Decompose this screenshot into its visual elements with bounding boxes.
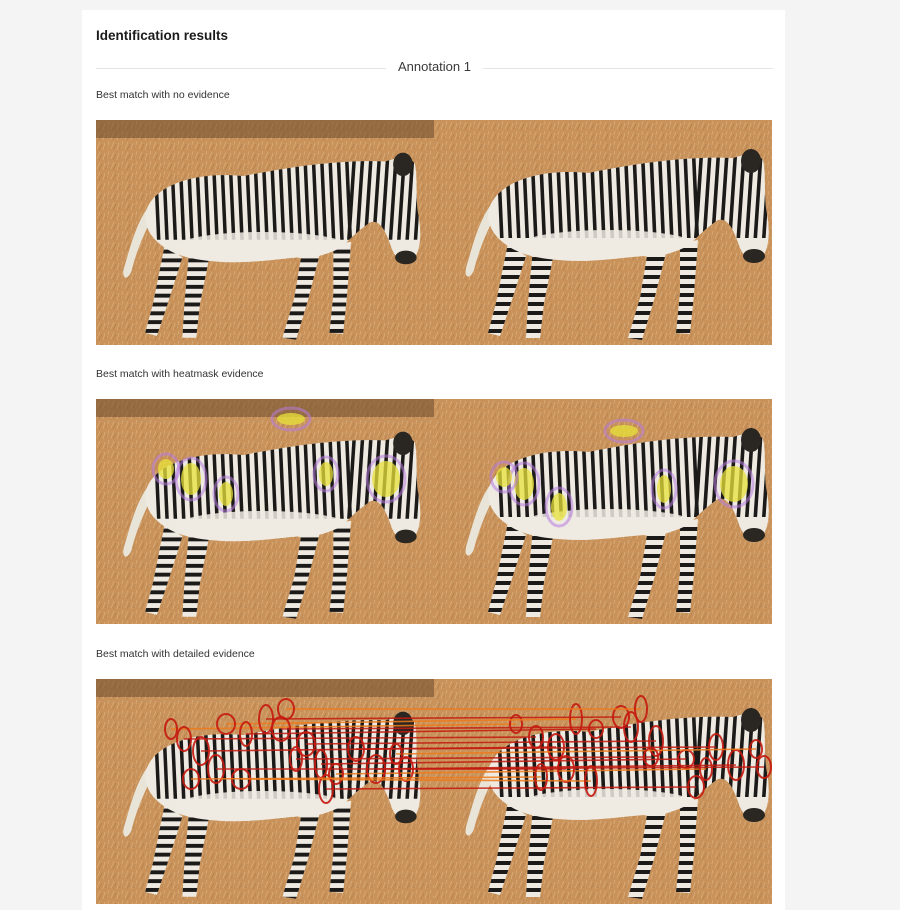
match-image — [434, 120, 772, 345]
query-image-heatmask — [96, 399, 434, 624]
divider-line-right — [483, 68, 773, 69]
match-pair-heatmask-evidence — [96, 399, 772, 624]
match-image-heatmask — [434, 399, 772, 624]
annotation-label: Annotation 1 — [397, 59, 471, 74]
match-pair-no-evidence — [96, 120, 772, 345]
section-label-detailed-evidence: Best match with detailed evidence — [96, 648, 255, 660]
section-label-heatmask-evidence: Best match with heatmask evidence — [96, 368, 264, 380]
panel-title: Identification results — [96, 28, 229, 43]
query-image — [96, 120, 434, 345]
detailed-evidence-image — [96, 679, 772, 904]
section-label-no-evidence: Best match with no evidence — [96, 89, 230, 101]
annotation-divider: Annotation 1 — [96, 59, 773, 77]
match-pair-detailed-evidence — [96, 679, 772, 904]
identification-results-panel: Identification results Annotation 1 Best… — [82, 10, 785, 910]
